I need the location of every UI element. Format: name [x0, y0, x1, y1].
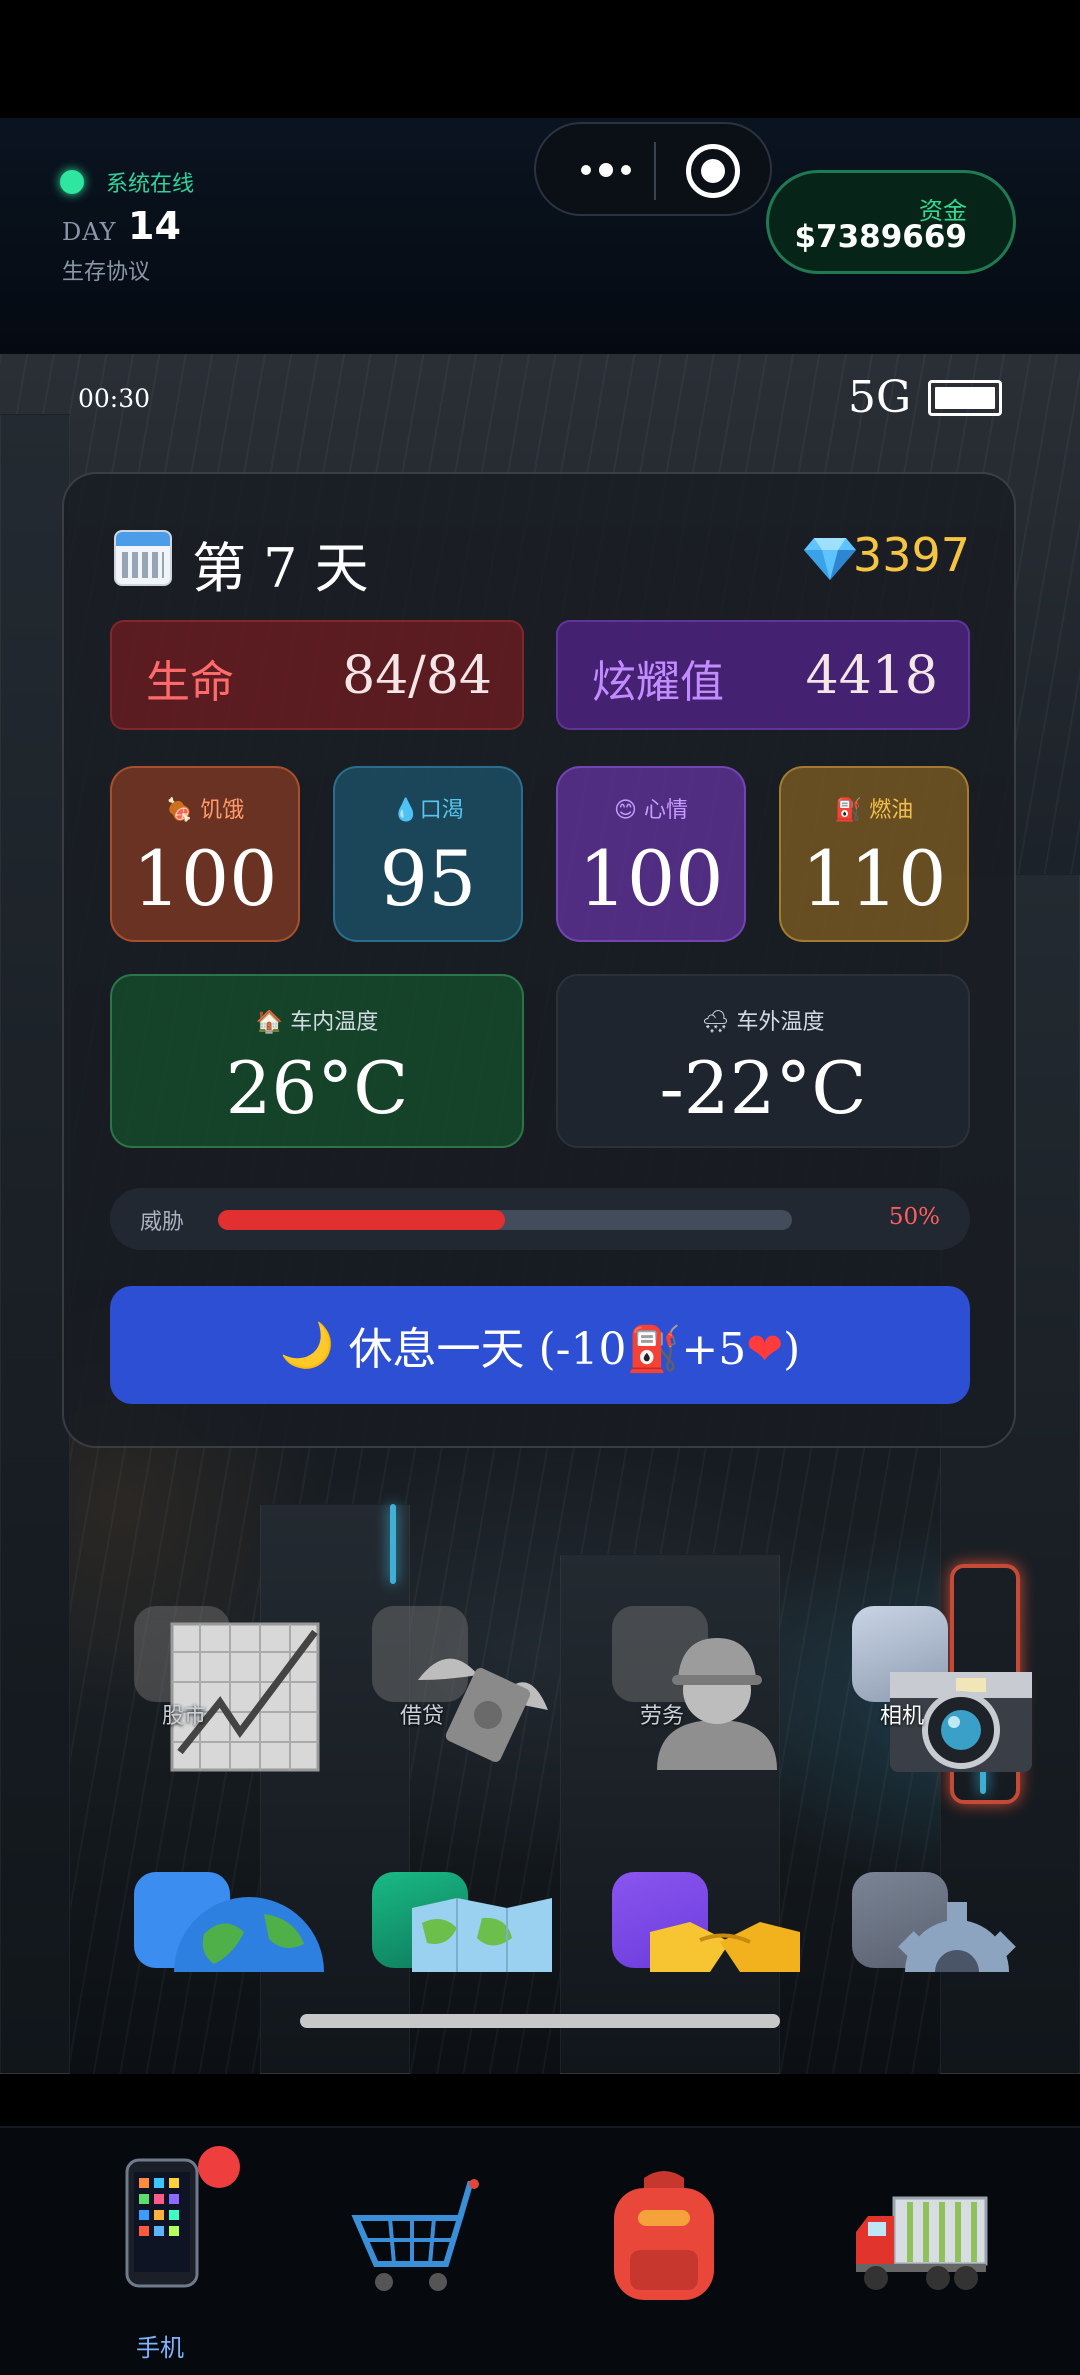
- glory-stat: 炫耀值 4418: [556, 620, 970, 730]
- phone-screen: 00:30 5G 第 7 天 3397 生命 84/84 炫耀值 4418 🍖 …: [0, 354, 1080, 2074]
- gear-icon: [898, 1902, 1016, 1972]
- capsule-divider: [654, 142, 656, 200]
- truck-icon: [856, 2196, 988, 2290]
- outside-temperature-card: 🌨 车外温度 -22°C: [556, 974, 970, 1148]
- diamond-icon: [804, 538, 856, 580]
- outside-temp-label: 车外温度: [736, 1010, 825, 1035]
- threat-percent: 50%: [888, 1204, 940, 1230]
- bottom-nav: 手机: [0, 2126, 1080, 2375]
- day-title: 第 7 天: [192, 537, 369, 600]
- chart-increasing-icon: [170, 1622, 320, 1772]
- neon-sign: [390, 1504, 396, 1584]
- day-label: DAY: [62, 218, 117, 246]
- hunger-gauge: 🍖 饥饿 100: [110, 766, 300, 942]
- app-label: 劳务: [639, 1704, 684, 1729]
- world-map-icon: [412, 1898, 552, 1972]
- app-label: 借贷: [399, 1704, 444, 1729]
- nav-phone[interactable]: 手机: [85, 2158, 235, 2362]
- mobile-phone-icon: [125, 2158, 199, 2288]
- rest-label: 休息一天 (-10: [348, 1324, 627, 1375]
- protocol-text: 生存协议: [62, 260, 151, 285]
- nav-backpack[interactable]: [590, 2158, 740, 2358]
- rest-health-gain: +5: [681, 1324, 747, 1375]
- shopping-cart-icon: [351, 2179, 479, 2291]
- life-value: 84/84: [342, 646, 492, 706]
- signal-indicator: 5G: [848, 372, 912, 423]
- app-label: 股市: [161, 1704, 206, 1729]
- system-status-text: 系统在线: [106, 172, 195, 197]
- backpack-icon: [614, 2171, 714, 2300]
- rest-one-day-button[interactable]: 🌙 休息一天 (-10⛽+5❤): [110, 1286, 970, 1404]
- online-status-dot: [60, 170, 84, 194]
- hunger-value: 100: [132, 834, 278, 923]
- life-label: 生命: [146, 657, 234, 708]
- threat-track: [218, 1210, 792, 1230]
- calendar-icon: [114, 530, 172, 586]
- nav-phone-label: 手机: [136, 2334, 184, 2362]
- droplet-icon: 💧: [392, 798, 420, 823]
- app-settings[interactable]: [852, 1872, 1052, 2042]
- handshake-icon: [650, 1922, 800, 1972]
- phone-clock: 00:30: [78, 384, 151, 413]
- heart-icon: ❤: [746, 1324, 784, 1375]
- life-stat: 生命 84/84: [110, 620, 524, 730]
- thirst-gauge: 💧口渴 95: [333, 766, 523, 942]
- day-number: 14: [128, 204, 181, 248]
- status-panel: 第 7 天 3397 生命 84/84 炫耀值 4418 🍖 饥饿 100 💧口…: [62, 472, 1016, 1448]
- app-label: 相机: [879, 1704, 924, 1729]
- mood-gauge: 😊 心情 100: [556, 766, 746, 942]
- threat-fill: [218, 1210, 505, 1230]
- app-camera[interactable]: 相机: [852, 1606, 1052, 1776]
- mini-program-capsule: [534, 122, 772, 216]
- glory-label: 炫耀值: [592, 657, 724, 708]
- battery-icon: [928, 380, 1002, 416]
- outside-temp-value: -22°C: [659, 1046, 867, 1130]
- threat-label: 威胁: [140, 1210, 185, 1235]
- meat-icon: 🍖: [165, 798, 194, 823]
- house-icon: 🏠: [255, 1010, 284, 1035]
- thirst-label: 口渴: [419, 798, 464, 823]
- moon-icon: 🌙: [279, 1320, 335, 1371]
- smile-icon: 😊: [614, 798, 637, 823]
- more-dot-icon: [581, 165, 591, 175]
- fuel-pump-icon: ⛽: [834, 798, 863, 823]
- globe-icon: [174, 1897, 324, 1972]
- app-labor[interactable]: 劳务: [612, 1606, 812, 1776]
- more-menu-button[interactable]: [566, 148, 646, 192]
- inside-temp-label: 车内温度: [290, 1010, 379, 1035]
- nav-shop[interactable]: [340, 2158, 490, 2358]
- fuel-gauge: ⛽ 燃油 110: [779, 766, 969, 942]
- app-loans[interactable]: 借贷: [372, 1606, 572, 1776]
- close-target-icon[interactable]: [686, 144, 740, 198]
- construction-worker-icon: [657, 1638, 777, 1770]
- threat-meter: 威胁 50%: [110, 1188, 970, 1250]
- inside-temp-value: 26°C: [225, 1046, 409, 1130]
- app-stocks[interactable]: 股市: [134, 1606, 334, 1776]
- mood-label: 心情: [643, 798, 688, 823]
- fuel-label: 燃油: [869, 798, 914, 823]
- inside-temperature-card: 🏠 车内温度 26°C: [110, 974, 524, 1148]
- more-dot-icon: [599, 163, 613, 177]
- fuel-value: 110: [801, 834, 947, 923]
- money-with-wings-icon: [418, 1658, 548, 1762]
- snow-cloud-icon: 🌨: [701, 1010, 730, 1035]
- fuel-pump-icon: ⛽: [626, 1324, 682, 1375]
- hunger-label: 饥饿: [200, 798, 245, 823]
- funds-pill: 资金 $7389669: [766, 170, 1016, 274]
- notification-badge: [198, 2146, 240, 2188]
- funds-value: $7389669: [794, 219, 967, 255]
- more-dot-icon: [621, 165, 631, 175]
- battery-fill: [935, 387, 995, 409]
- glory-value: 4418: [805, 646, 938, 706]
- nav-truck[interactable]: [850, 2158, 1000, 2358]
- diamond-count: 3397: [852, 528, 970, 582]
- mood-value: 100: [578, 834, 724, 923]
- home-indicator[interactable]: [300, 2014, 780, 2028]
- thirst-value: 95: [379, 834, 477, 923]
- building-left: [0, 414, 70, 2074]
- rest-label-close: ): [783, 1324, 801, 1375]
